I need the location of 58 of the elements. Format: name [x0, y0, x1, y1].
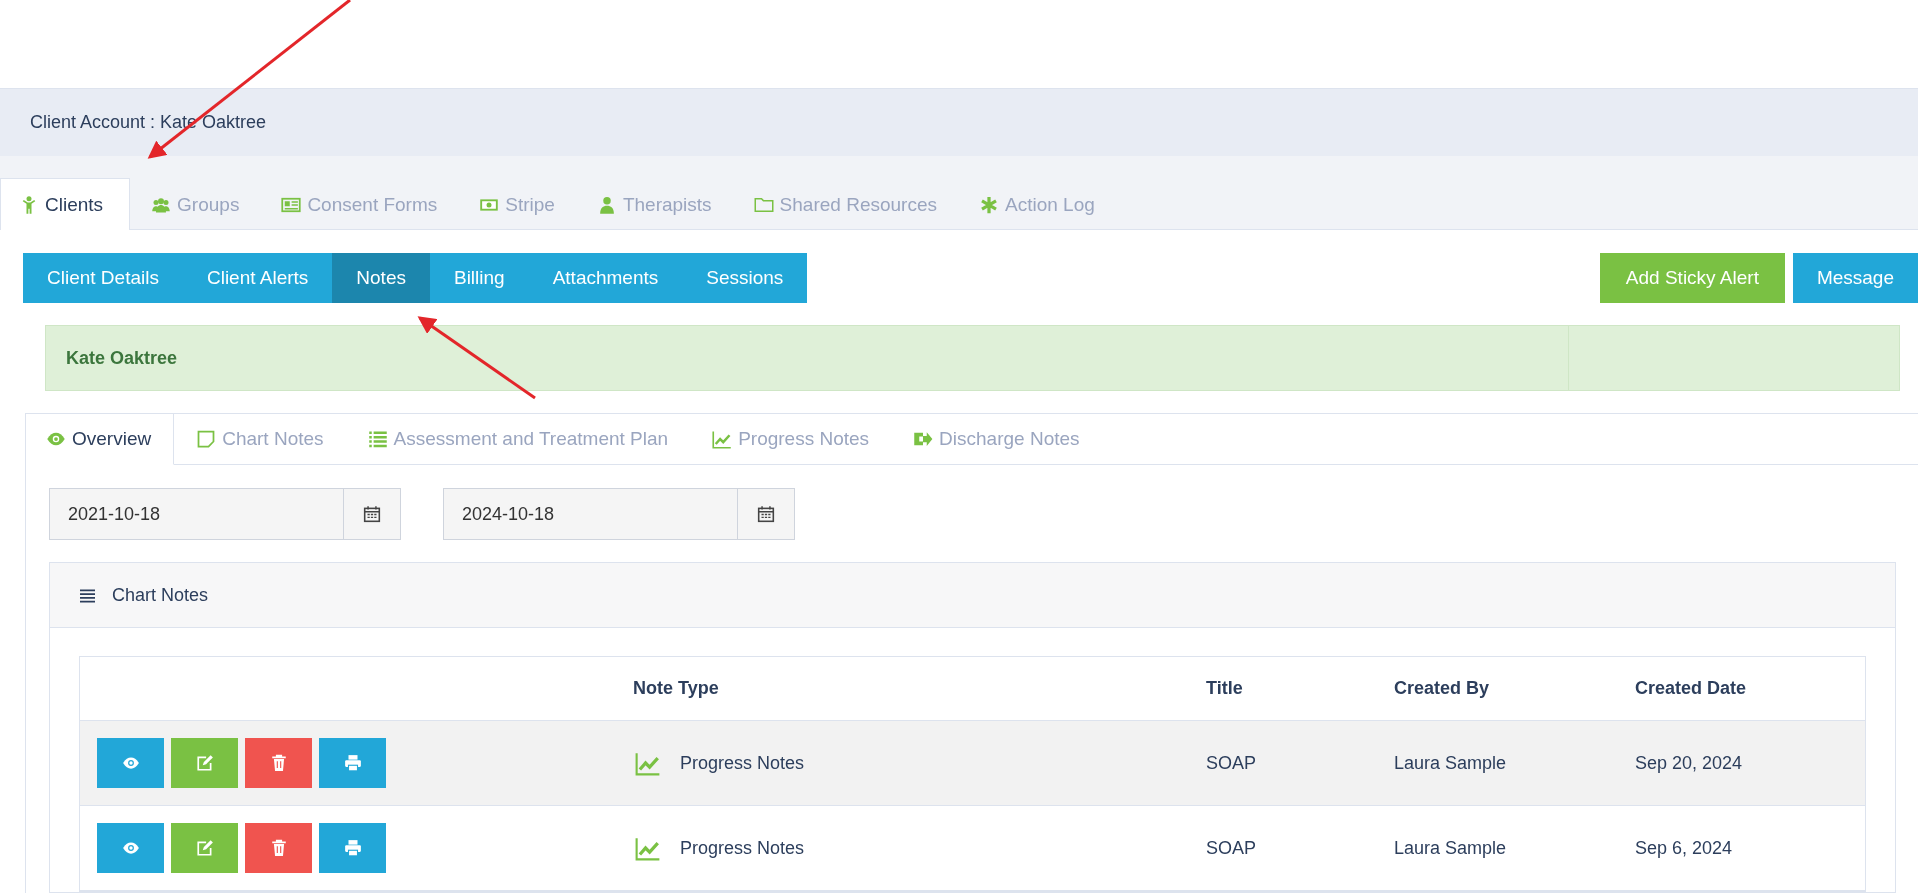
table-cell: Laura Sample	[1394, 837, 1507, 859]
view-tab[interactable]: Chart Notes	[174, 414, 346, 465]
trash-icon	[269, 754, 288, 772]
delete-button[interactable]	[245, 823, 312, 873]
note-icon	[196, 429, 217, 449]
view-tab[interactable]: Progress Notes	[690, 414, 892, 465]
main-tab[interactable]: Consent Forms	[260, 178, 459, 230]
view-button[interactable]	[97, 738, 164, 788]
start-date-field[interactable]: 2021-10-18	[49, 488, 401, 540]
table-cell: SOAP	[1206, 752, 1257, 774]
message-button[interactable]: Message	[1792, 253, 1918, 303]
calendar-icon	[757, 505, 775, 523]
list-icon	[367, 429, 388, 449]
column-header: Title	[1206, 678, 1243, 699]
table-cell: Laura Sample	[1394, 752, 1507, 774]
printer-icon	[343, 839, 362, 857]
section-tab[interactable]: Sessions	[682, 253, 808, 303]
trash-icon	[269, 839, 288, 857]
main-tab[interactable]: Groups	[130, 178, 261, 230]
view-tab[interactable]: Discharge Notes	[891, 414, 1102, 465]
main-tab[interactable]: Shared Resources	[732, 178, 958, 230]
edit-button[interactable]	[171, 738, 238, 788]
client-name: Kate Oaktree	[65, 347, 179, 369]
card-title: Chart Notes	[112, 584, 209, 606]
view-tab[interactable]: Assessment and Treatment Plan	[345, 414, 691, 465]
table-cell: Sep 6, 2024	[1635, 837, 1733, 859]
table-cell: SOAP	[1206, 837, 1257, 859]
list-icon	[79, 587, 96, 603]
delete-button[interactable]	[245, 738, 312, 788]
section-tab[interactable]: Attachments	[528, 253, 683, 303]
section-tab[interactable]: Billing	[429, 253, 529, 303]
main-tab[interactable]: Clients	[0, 178, 131, 230]
add-alert-button[interactable]: Add Sticky Alert	[1599, 253, 1785, 303]
eye-icon	[121, 839, 140, 857]
edit-icon	[195, 754, 214, 772]
view-button[interactable]	[97, 823, 164, 873]
end-date-field[interactable]: 2024-10-18	[443, 488, 795, 540]
section-tab[interactable]: Client Details	[23, 253, 183, 303]
eye-icon	[121, 754, 140, 772]
column-header: Note Type	[633, 678, 719, 699]
column-header: Created By	[1394, 678, 1490, 699]
section-tab[interactable]: Client Alerts	[182, 253, 333, 303]
main-tab[interactable]: Action Log	[958, 178, 1116, 230]
column-header: Created Date	[1635, 678, 1747, 699]
edit-icon	[195, 839, 214, 857]
print-button[interactable]	[319, 823, 386, 873]
table-cell: Progress Notes	[680, 752, 805, 774]
section-tab[interactable]: Notes	[332, 253, 430, 303]
main-tab[interactable]: Stripe	[458, 178, 576, 230]
asterisk-icon	[979, 194, 999, 215]
main-tab[interactable]: Therapists	[575, 178, 733, 230]
table-cell: Progress Notes	[680, 837, 805, 859]
print-button[interactable]	[319, 738, 386, 788]
table-cell: Sep 20, 2024	[1635, 752, 1743, 774]
printer-icon	[343, 754, 362, 772]
edit-button[interactable]	[171, 823, 238, 873]
calendar-icon	[363, 505, 381, 523]
chart-icon	[712, 429, 733, 449]
